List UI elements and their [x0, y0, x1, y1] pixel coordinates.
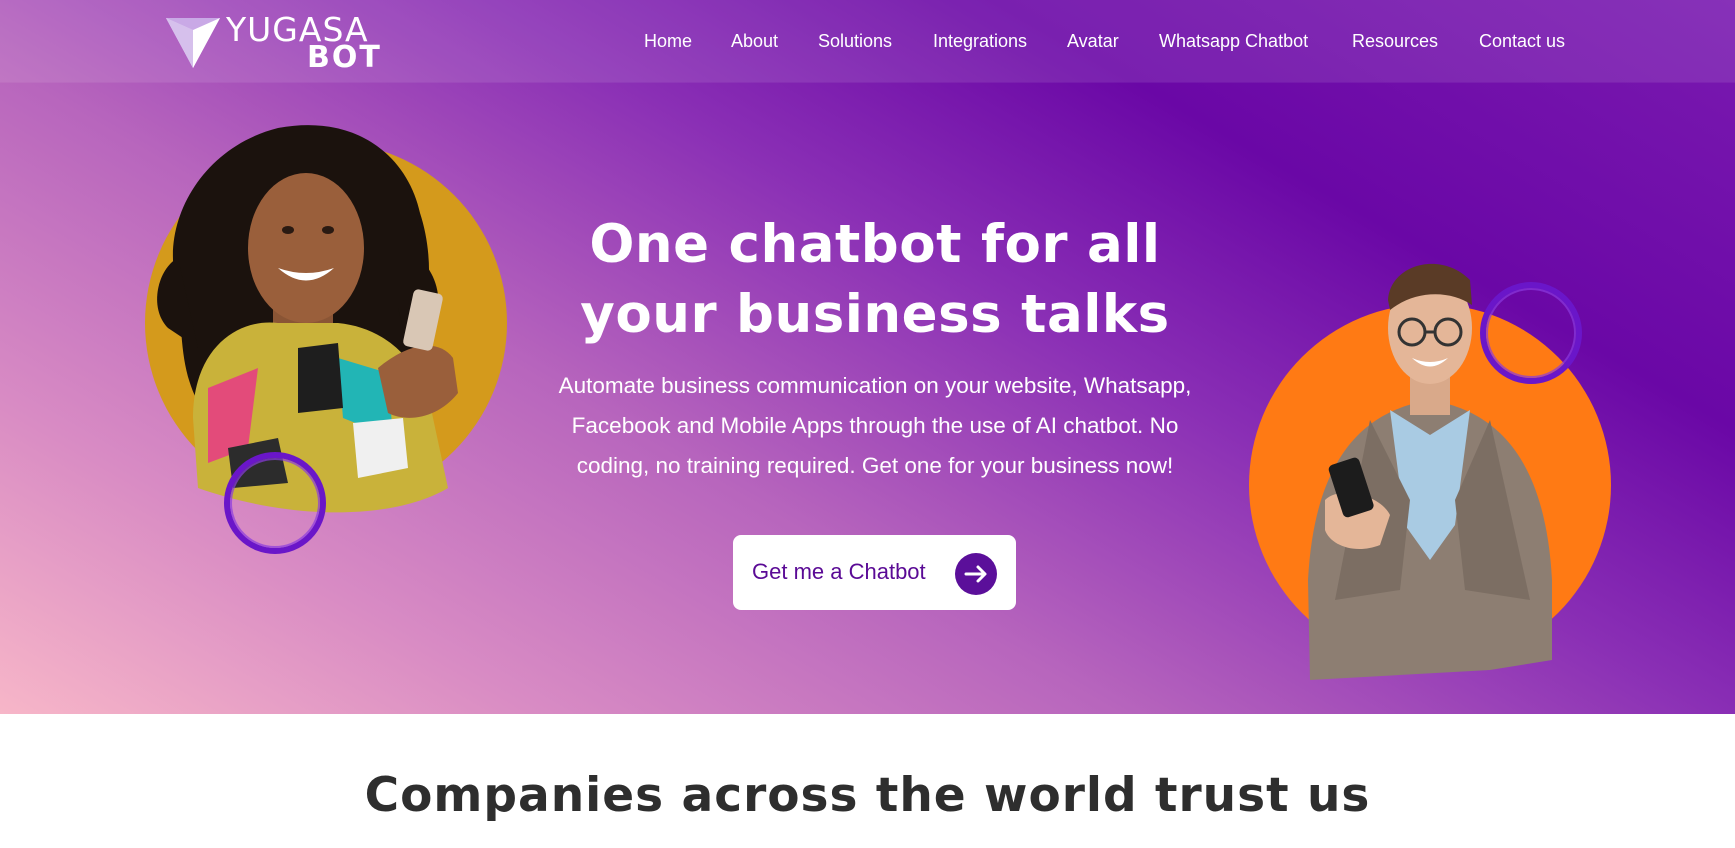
nav-home[interactable]: Home: [644, 30, 692, 52]
hero-headline-line2: your business talks: [580, 284, 1170, 345]
top-navbar: YUGASA BOT Home About Solutions Integrat…: [0, 0, 1735, 82]
hero-headline-line1: One chatbot for all: [589, 214, 1161, 275]
cta-label: Get me a Chatbot: [752, 559, 926, 584]
nav-resources[interactable]: Resources: [1352, 30, 1438, 52]
man-with-phone-image: [1240, 260, 1620, 680]
nav-contact-us[interactable]: Contact us: [1479, 30, 1565, 52]
hero-section: YUGASA BOT Home About Solutions Integrat…: [0, 0, 1735, 714]
hero-subtext-line2: Facebook and Mobile Apps through the use…: [571, 413, 1179, 438]
main-nav: Home About Solutions Integrations Avatar…: [0, 30, 1735, 54]
woman-with-phone-image: [138, 118, 518, 568]
hero-subtext-line3: coding, no training required. Get one fo…: [576, 453, 1174, 478]
decorative-ring-icon: [224, 452, 326, 554]
hero-subtext-line1: Automate business communication on your …: [558, 373, 1192, 398]
nav-whatsapp-chatbot[interactable]: Whatsapp Chatbot: [1159, 30, 1308, 52]
trust-section-title: Companies across the world trust us: [364, 768, 1371, 823]
arrow-right-icon: [955, 553, 997, 595]
get-chatbot-button[interactable]: Get me a Chatbot: [733, 535, 1016, 610]
nav-solutions[interactable]: Solutions: [818, 30, 892, 52]
hero-subtext: Automate business communication on your …: [520, 366, 1230, 486]
nav-about[interactable]: About: [731, 30, 778, 52]
nav-avatar[interactable]: Avatar: [1067, 30, 1119, 52]
decorative-ring-icon: [1480, 282, 1582, 384]
nav-integrations[interactable]: Integrations: [933, 30, 1027, 52]
hero-headline: One chatbot for all your business talks: [475, 210, 1275, 350]
